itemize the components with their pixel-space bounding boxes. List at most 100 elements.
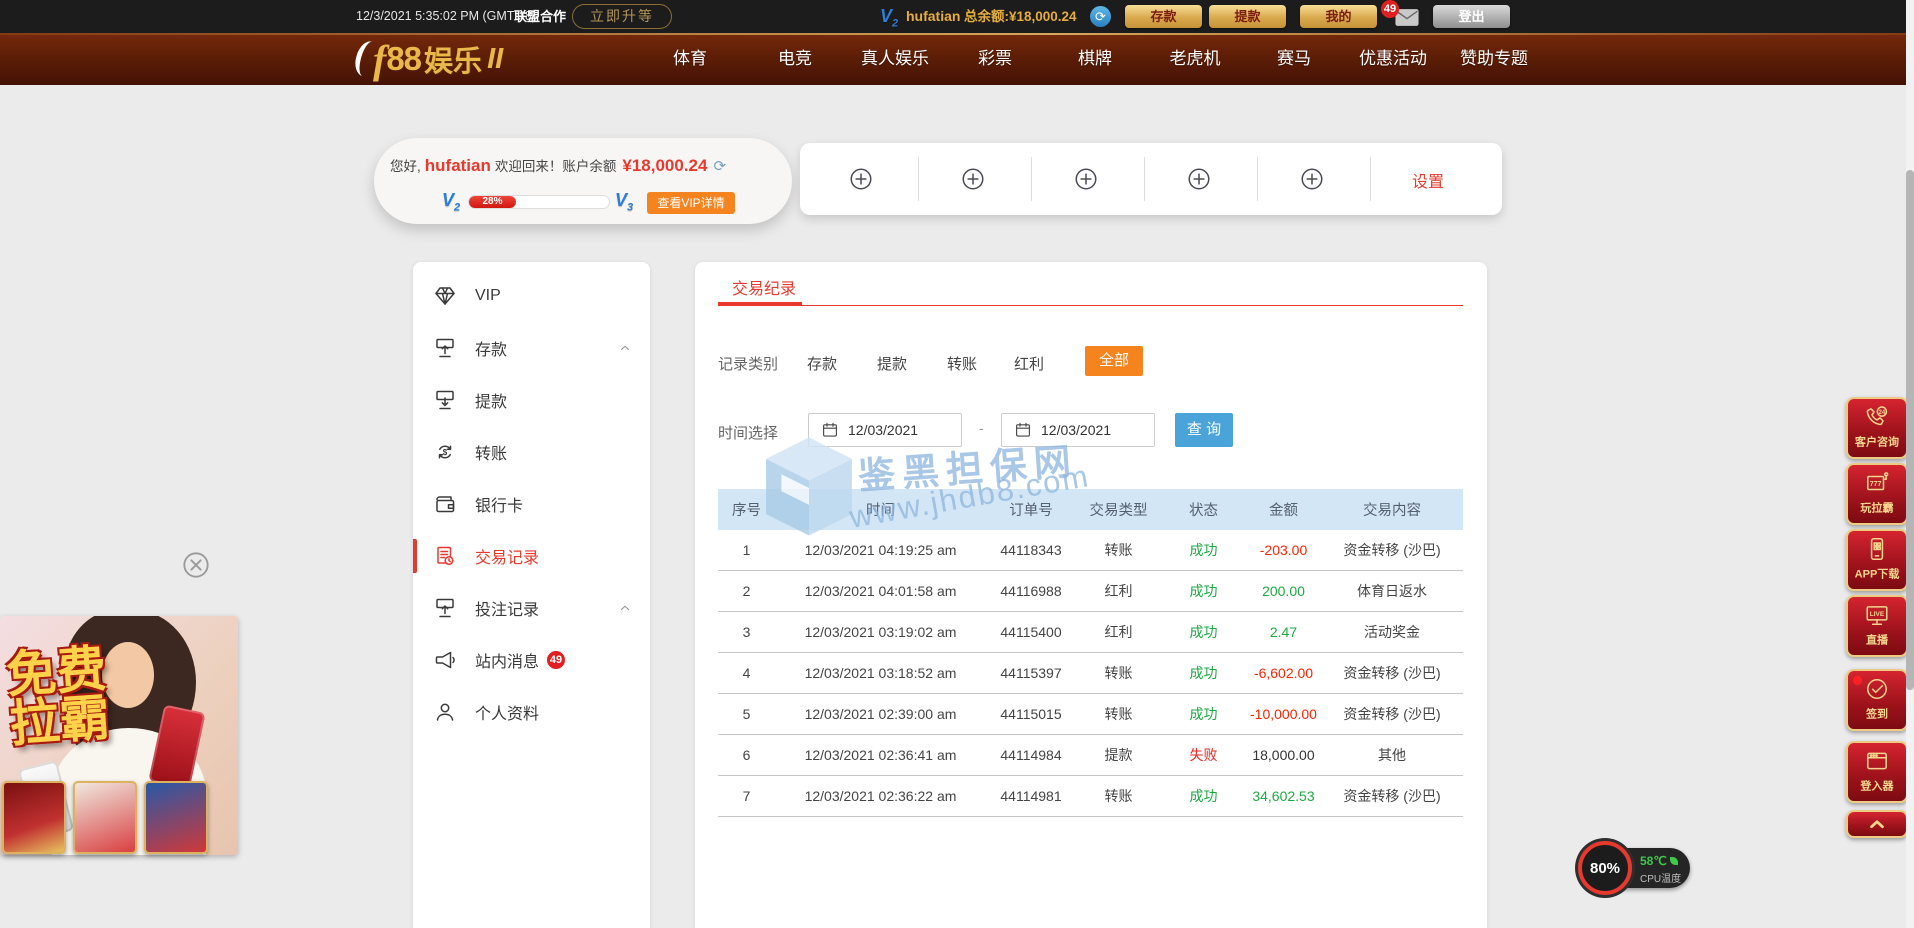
plus-circle-icon [1186, 166, 1212, 192]
add-shortcut-button[interactable] [1299, 166, 1325, 192]
settings-button[interactable]: 设置 [1412, 168, 1444, 192]
add-shortcut-button[interactable] [1186, 166, 1212, 192]
sidebar-item-7[interactable]: 投注记录 [413, 582, 650, 634]
add-shortcut-button[interactable] [960, 166, 986, 192]
date-to-input[interactable]: 12/03/2021 [1001, 413, 1155, 447]
promo-thumbnail[interactable] [73, 781, 137, 854]
upgrade-button[interactable]: 立即升等 [572, 4, 672, 29]
sidebar-item-3[interactable]: 提款 [413, 374, 650, 426]
quick-access-panel: 设置 [800, 143, 1502, 215]
logo-tier: II [487, 43, 503, 76]
float-button-label: 客户咨询 [1850, 434, 1903, 450]
cell-order-number: 44118343 [986, 530, 1076, 571]
cell-type: 转账 [1076, 694, 1161, 735]
float-button-check-in[interactable]: 签到 [1846, 669, 1908, 731]
transfer-icon: $ [433, 440, 457, 464]
cell-status: 成功 [1161, 612, 1246, 653]
cell-type: 转账 [1076, 653, 1161, 694]
add-shortcut-button[interactable] [1073, 166, 1099, 192]
nav-item[interactable]: 赞助专题 [1460, 33, 1528, 85]
nav-item[interactable]: 优惠活动 [1359, 33, 1427, 85]
cell-type: 提款 [1076, 735, 1161, 776]
cell-index: 5 [718, 694, 775, 735]
cell-amount: 2.47 [1246, 612, 1321, 653]
divider [1031, 157, 1032, 201]
vip-detail-button[interactable]: 查看VIP详情 [647, 192, 735, 214]
sidebar-item-1[interactable]: VIP [413, 270, 650, 322]
app-download-icon [1864, 536, 1890, 562]
cell-time: 12/03/2021 04:19:25 am [775, 530, 986, 571]
float-button-app-download[interactable]: APP下载 [1846, 529, 1908, 591]
mine-button[interactable]: 我的 [1300, 5, 1377, 28]
collapse-arrow-button[interactable] [1846, 810, 1908, 838]
username-label: hufatian [425, 156, 491, 175]
withdraw-button[interactable]: 提款 [1209, 5, 1286, 28]
cell-content: 体育日返水 [1321, 571, 1463, 612]
float-button-support-24h[interactable]: 24客户咨询 [1846, 397, 1908, 459]
sidebar-item-4[interactable]: $转账 [413, 426, 650, 478]
alliance-link[interactable]: 联盟合作 [514, 0, 566, 33]
nav-item[interactable]: 赛马 [1277, 33, 1311, 85]
records-icon [433, 544, 457, 568]
account-balance: ¥18,000.24 [622, 156, 707, 175]
float-button-label: 直播 [1850, 632, 1903, 648]
slot-machine-icon: 777 [1864, 470, 1890, 496]
promo-thumbnail[interactable] [2, 781, 66, 854]
page: 12/3/2021 5:35:02 PM (GMT +8) 联盟合作 立即升等 … [0, 0, 1914, 928]
logout-button[interactable]: 登出 [1433, 5, 1510, 28]
float-button-label: APP下载 [1850, 566, 1903, 582]
sidebar: VIP 存款提款$转账银行卡交易记录投注记录站内消息49个人资料 [413, 262, 650, 928]
sidebar-item-9[interactable]: 个人资料 [413, 686, 650, 738]
active-indicator [413, 539, 417, 573]
float-button-live-stream[interactable]: LIVE直播 [1846, 595, 1908, 657]
cell-type: 红利 [1076, 571, 1161, 612]
add-shortcut-button[interactable] [848, 166, 874, 192]
chevron-up-icon [618, 601, 632, 620]
float-button-slot-machine[interactable]: 777玩拉霸 [1846, 463, 1908, 525]
nav-item[interactable]: 棋牌 [1078, 33, 1112, 85]
cell-type: 红利 [1076, 612, 1161, 653]
cell-status: 成功 [1161, 694, 1246, 735]
sidebar-item-6[interactable]: 交易记录 [413, 530, 650, 582]
sidebar-item-label: VIP [475, 287, 501, 305]
nav-item[interactable]: 彩票 [978, 33, 1012, 85]
promo-close-icon[interactable] [182, 551, 210, 579]
refresh-balance-icon[interactable]: ⟳ [1090, 6, 1111, 27]
divider [1144, 157, 1145, 201]
float-button-label: 登入器 [1850, 778, 1903, 794]
column-header: 状态 [1161, 489, 1246, 530]
float-button-launcher[interactable]: 登入器 [1846, 741, 1908, 803]
filter-option[interactable]: 提款 [877, 353, 907, 374]
deposit-button[interactable]: 存款 [1125, 5, 1202, 28]
sidebar-item-8[interactable]: 站内消息49 [413, 634, 650, 686]
sidebar-item-5[interactable]: 银行卡 [413, 478, 650, 530]
cell-status: 成功 [1161, 653, 1246, 694]
promo-thumbnail[interactable] [144, 781, 208, 854]
refresh-balance-icon[interactable]: ⟳ [713, 158, 726, 175]
withdraw-icon [433, 388, 457, 412]
tab-transaction-records[interactable]: 交易纪录 [732, 275, 796, 299]
filter-option-active[interactable]: 全部 [1085, 346, 1143, 376]
scrollbar-thumb[interactable] [1906, 170, 1914, 690]
calendar-icon [821, 421, 839, 439]
cell-amount: -10,000.00 [1246, 694, 1321, 735]
sidebar-item-2[interactable]: 存款 [413, 322, 650, 374]
sidebar-item-label: 银行卡 [475, 492, 523, 516]
divider [1257, 157, 1258, 201]
filter-option[interactable]: 转账 [947, 353, 977, 374]
nav-item[interactable]: 体育 [673, 33, 707, 85]
site-logo[interactable]: f 88 娱乐 II [356, 33, 503, 85]
cell-index: 2 [718, 571, 775, 612]
vip-current-badge: V2 [442, 191, 460, 214]
filter-option[interactable]: 红利 [1014, 353, 1044, 374]
promo-slogan: 免费 拉霸 [5, 645, 112, 750]
nav-item[interactable]: 真人娱乐 [861, 33, 929, 85]
table-row: 612/03/2021 02:36:41 am44114984提款失败18,00… [718, 735, 1463, 776]
nav-item[interactable]: 老虎机 [1170, 33, 1221, 85]
search-button[interactable]: 查 询 [1175, 413, 1233, 447]
date-from-input[interactable]: 12/03/2021 [808, 413, 962, 447]
chevron-up-icon [618, 341, 632, 360]
filter-option[interactable]: 存款 [807, 353, 837, 374]
nav-item[interactable]: 电竞 [778, 33, 812, 85]
cell-order-number: 44115015 [986, 694, 1076, 735]
